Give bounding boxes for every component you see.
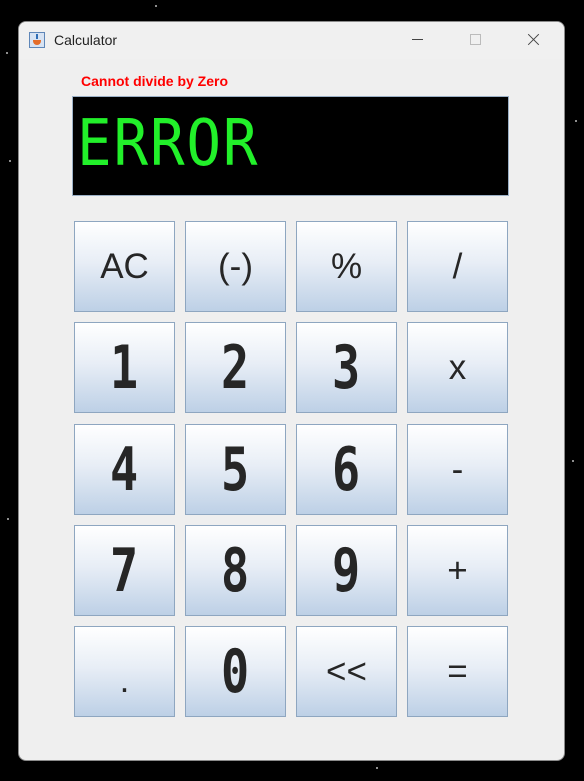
digit-0-button[interactable]: 0	[185, 626, 286, 717]
digit-6-button[interactable]: 6	[296, 424, 397, 515]
ac-label: AC	[100, 246, 149, 286]
subtract-button[interactable]: -	[407, 424, 508, 515]
digit-5-label: 5	[221, 434, 250, 505]
percent-button[interactable]: %	[296, 221, 397, 312]
calculator-window: Calculator Cannot divide by Zero ERROR A…	[18, 21, 565, 761]
percent-label: %	[330, 246, 363, 286]
digit-7-label: 7	[110, 535, 139, 606]
digit-1-label: 1	[110, 332, 139, 403]
digit-9-label: 9	[332, 535, 361, 606]
digit-8-label: 8	[221, 535, 250, 606]
title-bar[interactable]: Calculator	[19, 22, 564, 59]
digit-7-button[interactable]: 7	[74, 525, 175, 616]
calculator-display: ERROR	[72, 96, 509, 196]
multiply-button[interactable]: x	[407, 322, 508, 413]
digit-5-button[interactable]: 5	[185, 424, 286, 515]
backspace-label: <<	[326, 651, 367, 691]
decimal-button[interactable]: .	[74, 626, 175, 717]
java-app-icon	[29, 32, 45, 48]
multiply-label: x	[448, 347, 467, 387]
backspace-button[interactable]: <<	[296, 626, 397, 717]
negate-label: (-)	[218, 246, 253, 286]
decimal-label: .	[119, 660, 130, 700]
digit-8-button[interactable]: 8	[185, 525, 286, 616]
add-button[interactable]: +	[407, 525, 508, 616]
divide-label: /	[452, 246, 463, 286]
digit-4-label: 4	[110, 434, 139, 505]
negate-button[interactable]: (-)	[185, 221, 286, 312]
ac-button[interactable]: AC	[74, 221, 175, 312]
digit-6-label: 6	[332, 434, 361, 505]
digit-1-button[interactable]: 1	[74, 322, 175, 413]
maximize-button[interactable]	[452, 22, 498, 59]
digit-2-button[interactable]: 2	[185, 322, 286, 413]
digit-2-label: 2	[221, 332, 250, 403]
digit-0-label: 0	[221, 636, 250, 707]
close-button[interactable]	[511, 22, 557, 59]
error-message: Cannot divide by Zero	[81, 73, 229, 89]
window-title: Calculator	[54, 32, 118, 48]
digit-9-button[interactable]: 9	[296, 525, 397, 616]
equals-label: =	[447, 651, 468, 691]
digit-3-button[interactable]: 3	[296, 322, 397, 413]
subtract-label: -	[451, 449, 464, 489]
equals-button[interactable]: =	[407, 626, 508, 717]
add-label: +	[447, 550, 468, 590]
divide-button[interactable]: /	[407, 221, 508, 312]
display-value: ERROR	[77, 107, 260, 181]
minimize-button[interactable]	[394, 22, 440, 59]
digit-4-button[interactable]: 4	[74, 424, 175, 515]
digit-3-label: 3	[332, 332, 361, 403]
